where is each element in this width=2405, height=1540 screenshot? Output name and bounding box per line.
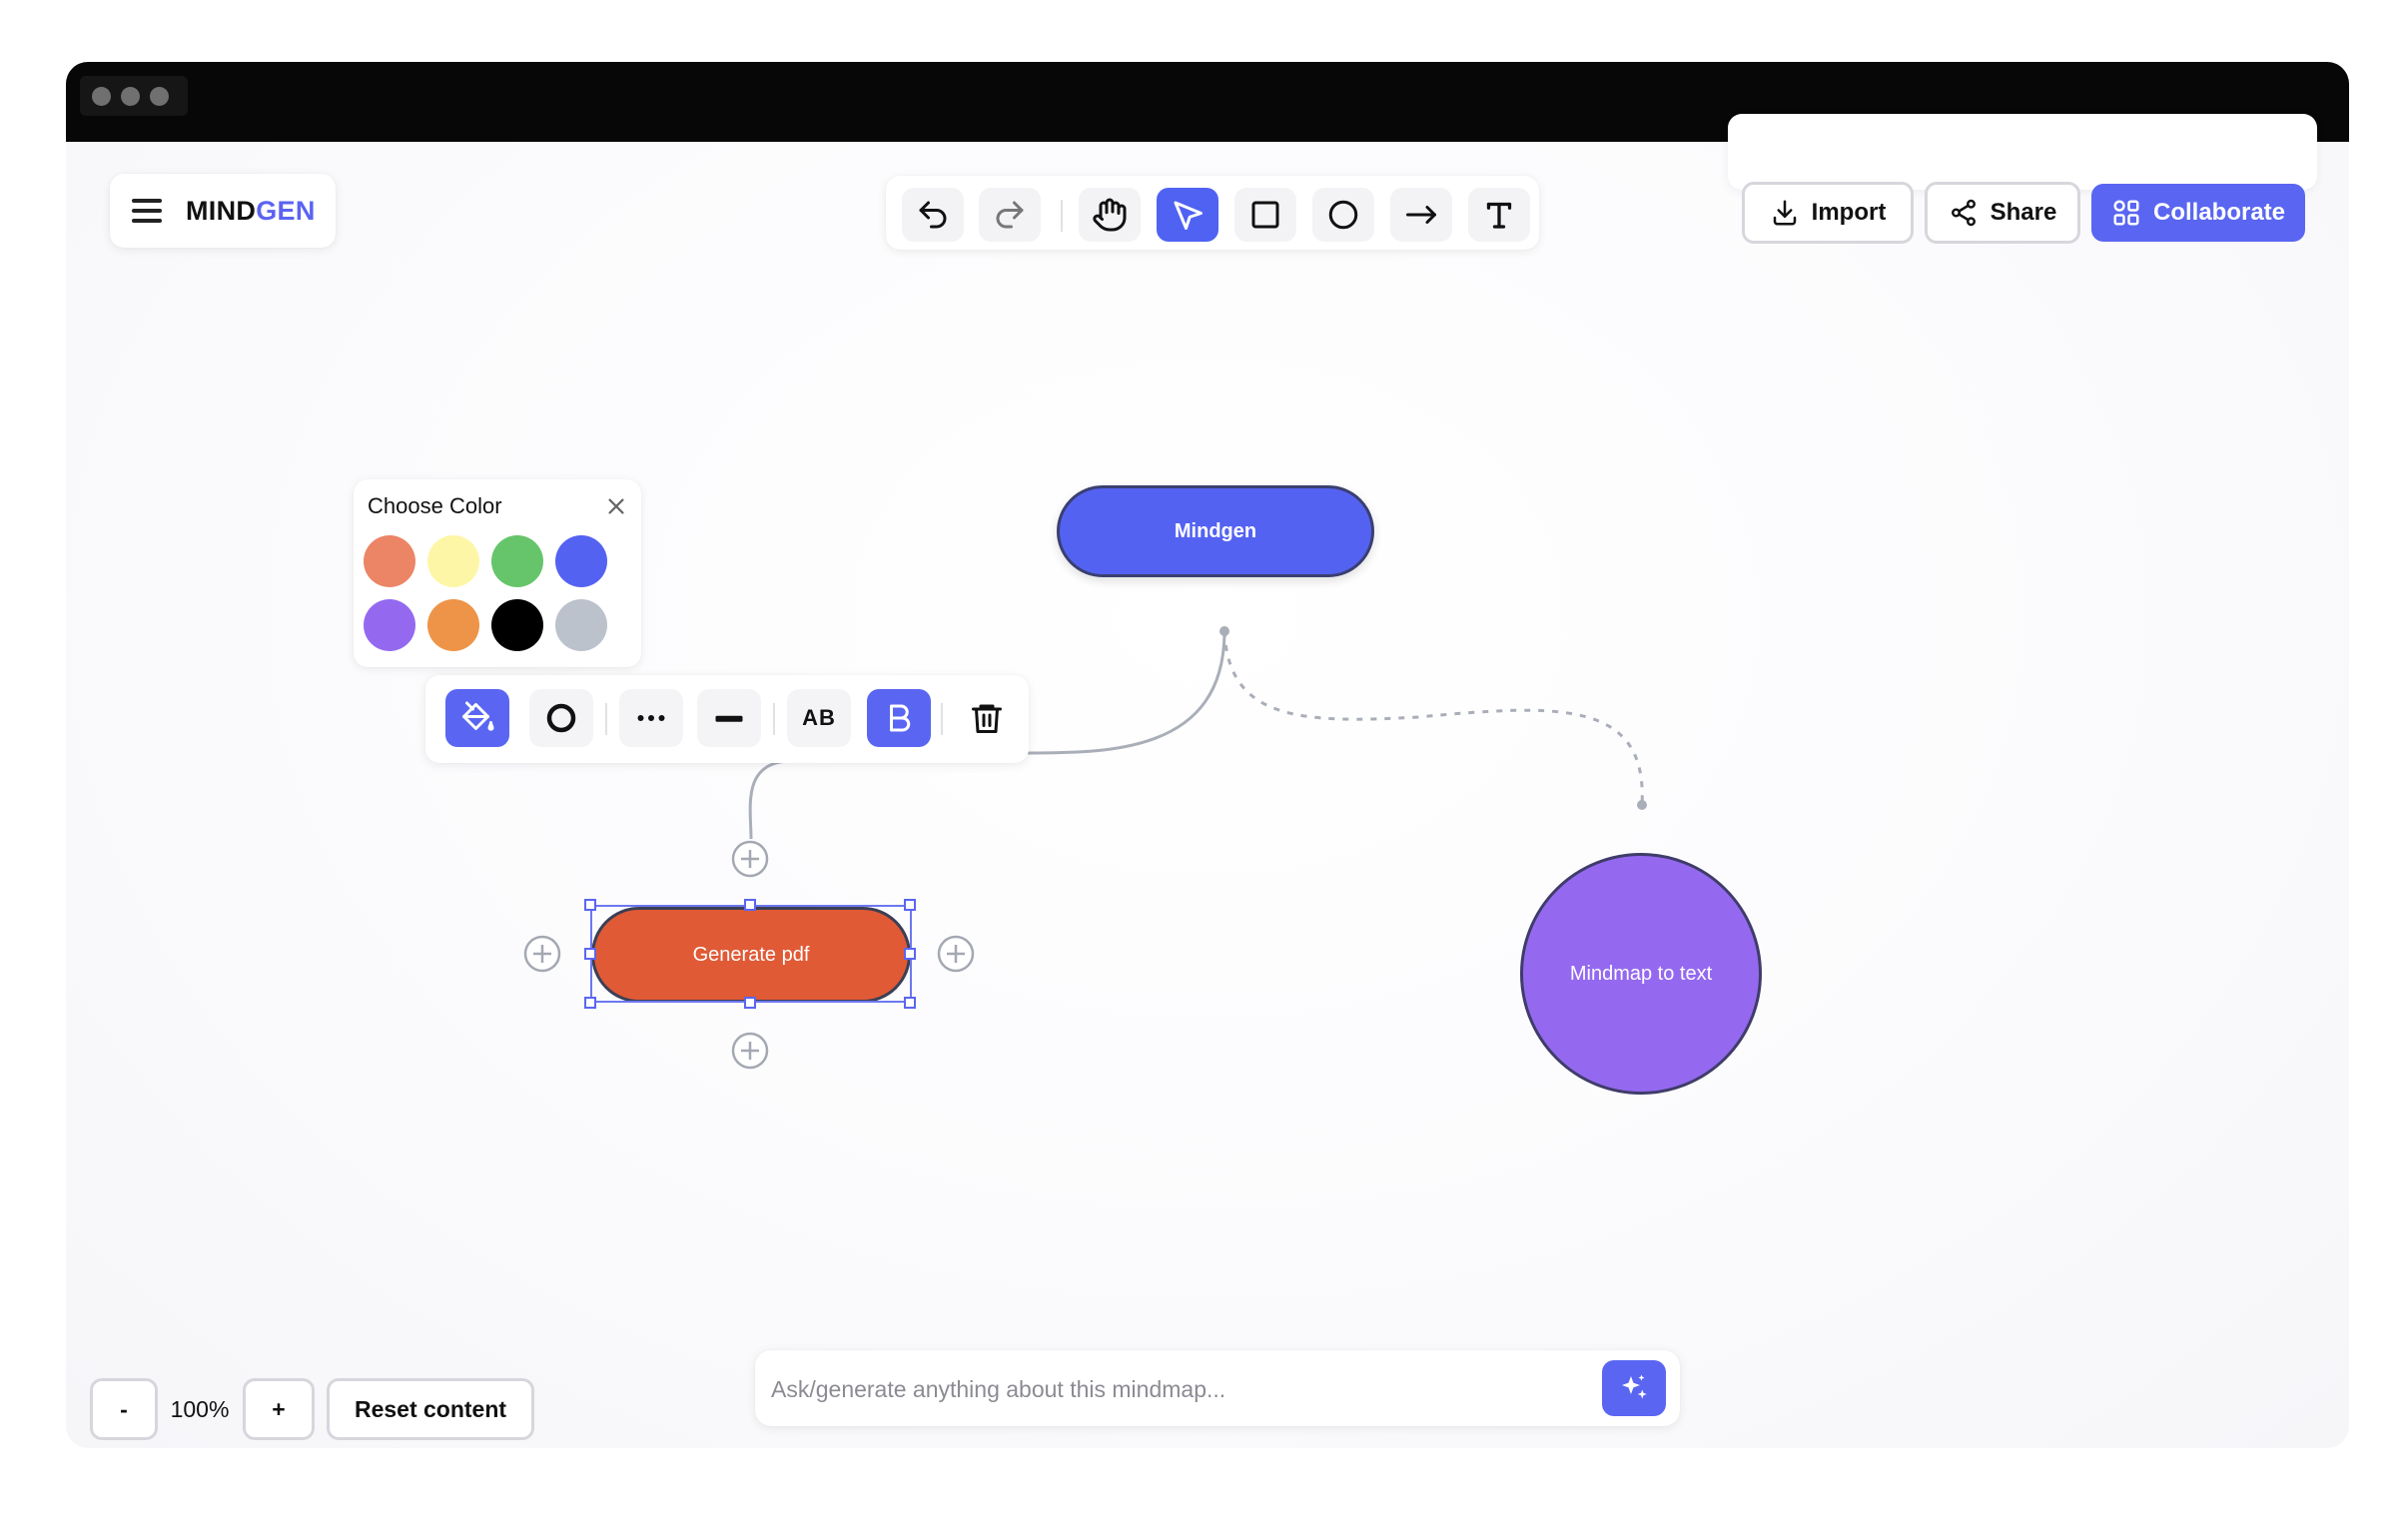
share-button[interactable]: Share <box>1925 182 2080 244</box>
rectangle-tool-button[interactable] <box>1234 188 1296 242</box>
selection-box <box>590 905 912 1003</box>
add-node-bottom-icon[interactable] <box>730 1031 770 1071</box>
rectangle-icon <box>1251 201 1279 229</box>
color-swatch[interactable] <box>491 599 543 651</box>
import-button[interactable]: Import <box>1742 182 1914 244</box>
bold-icon <box>890 704 911 732</box>
collaborate-icon <box>2113 200 2139 226</box>
node-mindgen[interactable]: Mindgen <box>1057 485 1374 577</box>
resize-handle[interactable] <box>584 948 596 960</box>
window-controls <box>80 76 188 116</box>
stroke-button[interactable] <box>529 689 593 747</box>
zoom-level: 100% <box>170 1395 230 1422</box>
stroke-width-button[interactable] <box>697 689 761 747</box>
toolbar-divider <box>773 703 775 735</box>
resize-handle[interactable] <box>584 997 596 1009</box>
ai-generate-button[interactable] <box>1602 1360 1666 1416</box>
trash-icon <box>972 704 1002 733</box>
undo-icon <box>919 201 947 229</box>
maximize-window-dot[interactable] <box>150 86 169 106</box>
node-label: Mindmap to text <box>1569 962 1713 985</box>
app-logo: MINDGEN <box>186 196 316 227</box>
shape-style-toolbar: AB <box>425 675 1029 763</box>
add-node-right-icon[interactable] <box>936 934 976 974</box>
text-case-button[interactable]: AB <box>787 689 851 747</box>
stroke-style-button[interactable] <box>619 689 683 747</box>
ask-bar <box>755 1350 1680 1426</box>
redo-icon <box>996 201 1024 229</box>
resize-handle[interactable] <box>584 899 596 911</box>
fill-bucket-icon <box>462 701 494 731</box>
collaborate-label: Collaborate <box>2152 199 2286 226</box>
download-icon <box>1773 200 1796 226</box>
arrow-icon <box>1406 206 1436 224</box>
close-window-dot[interactable] <box>92 86 111 106</box>
select-tool-button[interactable] <box>1157 188 1218 242</box>
color-swatch[interactable] <box>491 535 543 587</box>
dots-icon <box>637 715 665 721</box>
node-label: Mindgen <box>1174 519 1257 542</box>
add-node-top-icon[interactable] <box>730 839 770 879</box>
resize-handle[interactable] <box>744 997 756 1009</box>
color-swatch[interactable] <box>427 599 479 651</box>
color-swatch[interactable] <box>364 535 415 587</box>
reset-content-button[interactable]: Reset content <box>327 1378 534 1440</box>
zoom-out-button[interactable]: - <box>90 1378 158 1440</box>
fill-color-button[interactable] <box>445 689 509 747</box>
ask-input[interactable] <box>769 1364 1582 1414</box>
ellipse-icon <box>1328 200 1358 230</box>
choose-color-title: Choose Color <box>368 493 502 518</box>
zoom-in-button[interactable]: + <box>243 1378 315 1440</box>
redo-button[interactable] <box>979 188 1041 242</box>
import-label: Import <box>1811 199 1887 226</box>
hamburger-menu-icon[interactable] <box>132 199 162 223</box>
resize-handle[interactable] <box>904 899 916 911</box>
zoom-in-label: + <box>272 1395 286 1422</box>
arrow-tool-button[interactable] <box>1390 188 1452 242</box>
minimize-window-dot[interactable] <box>121 86 140 106</box>
choose-color-popover: Choose Color <box>354 479 641 667</box>
main-toolbar <box>886 176 1539 250</box>
close-icon[interactable] <box>605 495 627 517</box>
color-swatch[interactable] <box>555 535 607 587</box>
logo-part-mind: MIND <box>186 195 257 226</box>
line-thickness-icon <box>715 715 743 722</box>
actions-bar <box>1728 114 2317 190</box>
app-window <box>66 62 2349 1448</box>
select-cursor-icon <box>1174 201 1202 230</box>
resize-handle[interactable] <box>904 948 916 960</box>
reset-content-label: Reset content <box>354 1395 507 1422</box>
logo-part-gen: GEN <box>256 195 316 226</box>
node-mindmap-to-text[interactable]: Mindmap to text <box>1520 853 1762 1095</box>
text-icon <box>1486 202 1512 229</box>
bold-button[interactable] <box>867 689 931 747</box>
share-icon <box>1951 199 1976 227</box>
zoom-out-label: - <box>120 1395 128 1422</box>
collaborate-button[interactable]: Collaborate <box>2091 184 2305 242</box>
toolbar-divider <box>941 703 943 735</box>
ellipse-tool-button[interactable] <box>1312 188 1374 242</box>
add-node-left-icon[interactable] <box>522 934 562 974</box>
hand-icon <box>1093 198 1127 232</box>
resize-handle[interactable] <box>904 997 916 1009</box>
color-swatch[interactable] <box>555 599 607 651</box>
stroke-circle-icon <box>546 703 576 733</box>
text-tool-button[interactable] <box>1468 188 1530 242</box>
toolbar-divider <box>605 703 607 735</box>
hand-tool-button[interactable] <box>1079 188 1141 242</box>
sparkles-icon <box>1622 1374 1647 1399</box>
resize-handle[interactable] <box>744 899 756 911</box>
share-label: Share <box>1990 199 2057 226</box>
color-swatch[interactable] <box>427 535 479 587</box>
color-swatch[interactable] <box>364 599 415 651</box>
delete-button[interactable] <box>955 689 1019 747</box>
text-case-icon: AB <box>802 705 836 730</box>
undo-button[interactable] <box>902 188 964 242</box>
toolbar-divider <box>1061 200 1063 232</box>
logo-card: MINDGEN <box>110 174 336 248</box>
